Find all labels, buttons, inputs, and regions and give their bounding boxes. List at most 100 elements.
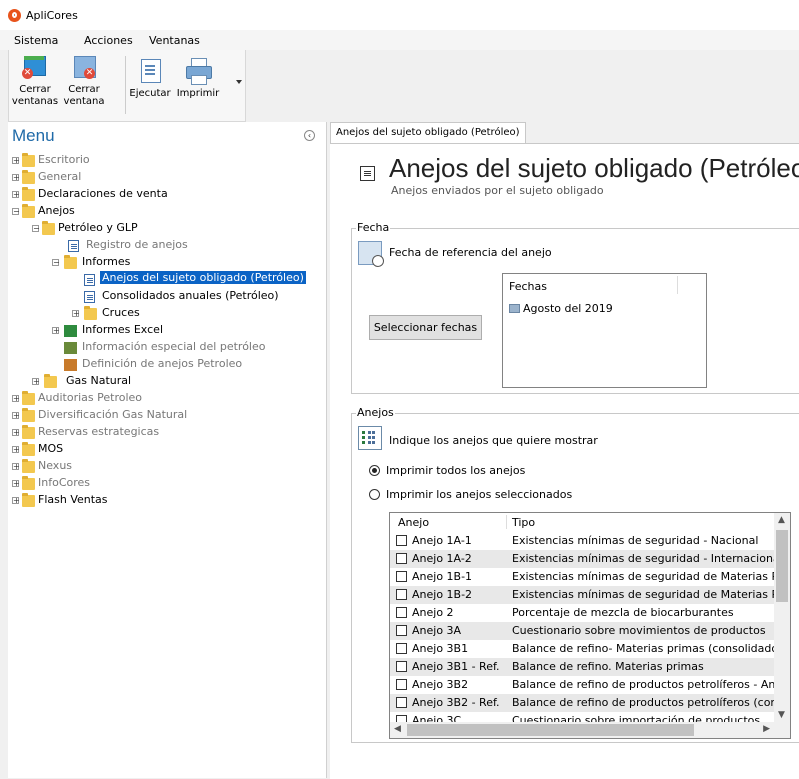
tree-item-anejos[interactable]: − Anejos	[8, 203, 326, 219]
tree-item-diversificacion[interactable]: + Diversificación Gas Natural	[8, 407, 326, 423]
horizontal-scrollbar[interactable]: ◀ ▶	[390, 722, 790, 738]
collapse-icon[interactable]: −	[52, 259, 60, 267]
table-row[interactable]: Anejo 3A Cuestionario sobre movimientos d…	[390, 622, 774, 640]
tab-anejos-sujeto[interactable]: Anejos del sujeto obligado (Petróleo)	[330, 122, 526, 143]
horizontal-scroll-thumb[interactable]	[407, 724, 694, 736]
select-dates-button[interactable]: Seleccionar fechas	[369, 315, 482, 340]
row-checkbox[interactable]	[396, 607, 407, 618]
tree-item-petroleo-glp[interactable]: − Petróleo y GLP	[8, 220, 326, 236]
folder-icon	[44, 374, 57, 388]
tree-item-definicion-anejos[interactable]: Definición de anejos Petroleo	[8, 356, 326, 372]
scroll-down-arrow-icon[interactable]: ▼	[778, 710, 785, 720]
anejos-grid[interactable]: Anejo Tipo Anejo 1A-1 Existencias mínimas…	[389, 512, 791, 739]
tree-label: MOS	[38, 442, 64, 455]
scroll-up-arrow-icon[interactable]: ▲	[778, 515, 785, 525]
expand-icon[interactable]: +	[12, 191, 20, 199]
main-content: Anejos del sujeto obligado (Petróleo) An…	[330, 143, 799, 779]
close-window-label: Cerrar ventana	[63, 84, 105, 107]
folder-icon	[22, 408, 35, 422]
tree-item-flash-ventas[interactable]: + Flash Ventas	[8, 492, 326, 508]
table-row[interactable]: Anejo 3B2 Balance de refino de productos …	[390, 676, 782, 694]
table-row[interactable]: Anejo 3B2 - Ref. Balance de refino de pro…	[390, 694, 782, 712]
tree-item-general[interactable]: + General	[8, 169, 326, 185]
tree-item-mos[interactable]: + MOS	[8, 441, 326, 457]
tree-item-nexus[interactable]: + Nexus	[8, 458, 326, 474]
tree-item-informes-excel[interactable]: + Informes Excel	[8, 322, 326, 338]
tree-item-informes[interactable]: − Informes	[8, 254, 326, 270]
scroll-left-arrow-icon[interactable]: ◀	[394, 724, 401, 734]
tree-item-infocores[interactable]: + InfoCores	[8, 475, 326, 491]
menu-sistema[interactable]: Sistema	[14, 34, 58, 47]
expand-icon[interactable]: +	[12, 480, 20, 488]
close-windows-button[interactable]: ✕ Cerrar ventanas	[11, 54, 59, 108]
expand-icon[interactable]: +	[12, 174, 20, 182]
tree-item-anejos-sujeto[interactable]: Anejos del sujeto obligado (Petróleo)	[8, 271, 326, 287]
scroll-right-arrow-icon[interactable]: ▶	[763, 724, 770, 734]
close-window-button[interactable]: ✕ Cerrar ventana	[63, 54, 105, 108]
expand-icon[interactable]: +	[52, 327, 60, 335]
vertical-scrollbar[interactable]: ▲ ▼	[774, 513, 790, 738]
expand-icon[interactable]: +	[72, 310, 80, 318]
dates-list[interactable]: Fechas Agosto del 2019	[502, 273, 707, 388]
table-row[interactable]: Anejo 2 Porcentaje de mezcla de biocarbur…	[390, 604, 774, 622]
table-row[interactable]: Anejo 1A-1 Existencias mínimas de segurid…	[390, 532, 774, 550]
table-row[interactable]: Anejo 3B1 - Ref. Balance de refino. Mater…	[390, 658, 774, 676]
execute-label: Ejecutar	[129, 88, 171, 99]
collapse-icon[interactable]: −	[12, 208, 20, 216]
tree-item-consolidados[interactable]: Consolidados anuales (Petróleo)	[8, 288, 326, 304]
print-dropdown-chevron-icon[interactable]	[236, 80, 242, 84]
vertical-scroll-thumb[interactable]	[776, 530, 788, 602]
tree-label: Información especial del petróleo	[82, 340, 266, 353]
expand-icon[interactable]: +	[12, 395, 20, 403]
radio-all-anejos[interactable]	[369, 465, 380, 476]
tree-item-escritorio[interactable]: + Escritorio	[8, 152, 326, 168]
date-item[interactable]: Agosto del 2019	[509, 302, 659, 316]
column-header-tipo[interactable]: Tipo	[512, 516, 535, 529]
expand-icon[interactable]: +	[12, 157, 20, 165]
row-checkbox[interactable]	[396, 571, 407, 582]
expand-icon[interactable]: +	[12, 463, 20, 471]
print-button[interactable]: Imprimir	[175, 58, 221, 100]
tree-item-gas-natural[interactable]: + Gas Natural	[8, 373, 326, 389]
tree-item-declaraciones[interactable]: + Declaraciones de venta	[8, 186, 326, 202]
table-row[interactable]: Anejo 1B-2 Existencias mínimas de segurid…	[390, 586, 782, 604]
radio-selected-anejos[interactable]	[369, 489, 380, 500]
expand-icon[interactable]: +	[12, 446, 20, 454]
report-icon	[84, 274, 95, 286]
table-row[interactable]: Anejo 3B1 Balance de refino- Materias pri…	[390, 640, 782, 658]
table-row[interactable]: Anejo 1A-2 Existencias mínimas de segurid…	[390, 550, 782, 568]
execute-button[interactable]: Ejecutar	[127, 58, 173, 100]
collapse-panel-chevron-left-icon[interactable]: ‹	[304, 130, 315, 141]
tree-item-cruces[interactable]: + Cruces	[8, 305, 326, 321]
tree-item-registro-anejos[interactable]: Registro de anejos	[8, 237, 326, 253]
execute-icon	[137, 58, 163, 84]
folder-icon	[84, 306, 97, 320]
expand-icon[interactable]: +	[32, 378, 40, 386]
expand-icon[interactable]: +	[12, 429, 20, 437]
cell-anejo: Anejo 1A-2	[412, 552, 472, 565]
row-checkbox[interactable]	[396, 625, 407, 636]
tree-label: Registro de anejos	[86, 238, 188, 251]
row-checkbox[interactable]	[396, 643, 407, 654]
row-checkbox[interactable]	[396, 661, 407, 672]
tree-label-selected: Anejos del sujeto obligado (Petróleo)	[100, 271, 306, 284]
close-windows-label: Cerrar ventanas	[11, 84, 59, 107]
tree-item-informacion-especial[interactable]: Información especial del petróleo	[8, 339, 326, 355]
expand-icon[interactable]: +	[12, 412, 20, 420]
folder-icon	[22, 153, 35, 167]
row-checkbox[interactable]	[396, 697, 407, 708]
tree-label: Consolidados anuales (Petróleo)	[102, 289, 279, 302]
menu-ventanas[interactable]: Ventanas	[149, 34, 200, 47]
folder-icon	[22, 459, 35, 473]
tree-item-auditorias[interactable]: + Auditorias Petroleo	[8, 390, 326, 406]
menu-acciones[interactable]: Acciones	[84, 34, 133, 47]
row-checkbox[interactable]	[396, 535, 407, 546]
row-checkbox[interactable]	[396, 679, 407, 690]
row-checkbox[interactable]	[396, 589, 407, 600]
column-header-anejo[interactable]: Anejo	[398, 516, 429, 529]
tree-item-reservas[interactable]: + Reservas estrategicas	[8, 424, 326, 440]
row-checkbox[interactable]	[396, 553, 407, 564]
expand-icon[interactable]: +	[12, 497, 20, 505]
collapse-icon[interactable]: −	[32, 225, 40, 233]
table-row[interactable]: Anejo 1B-1 Existencias mínimas de segurid…	[390, 568, 782, 586]
